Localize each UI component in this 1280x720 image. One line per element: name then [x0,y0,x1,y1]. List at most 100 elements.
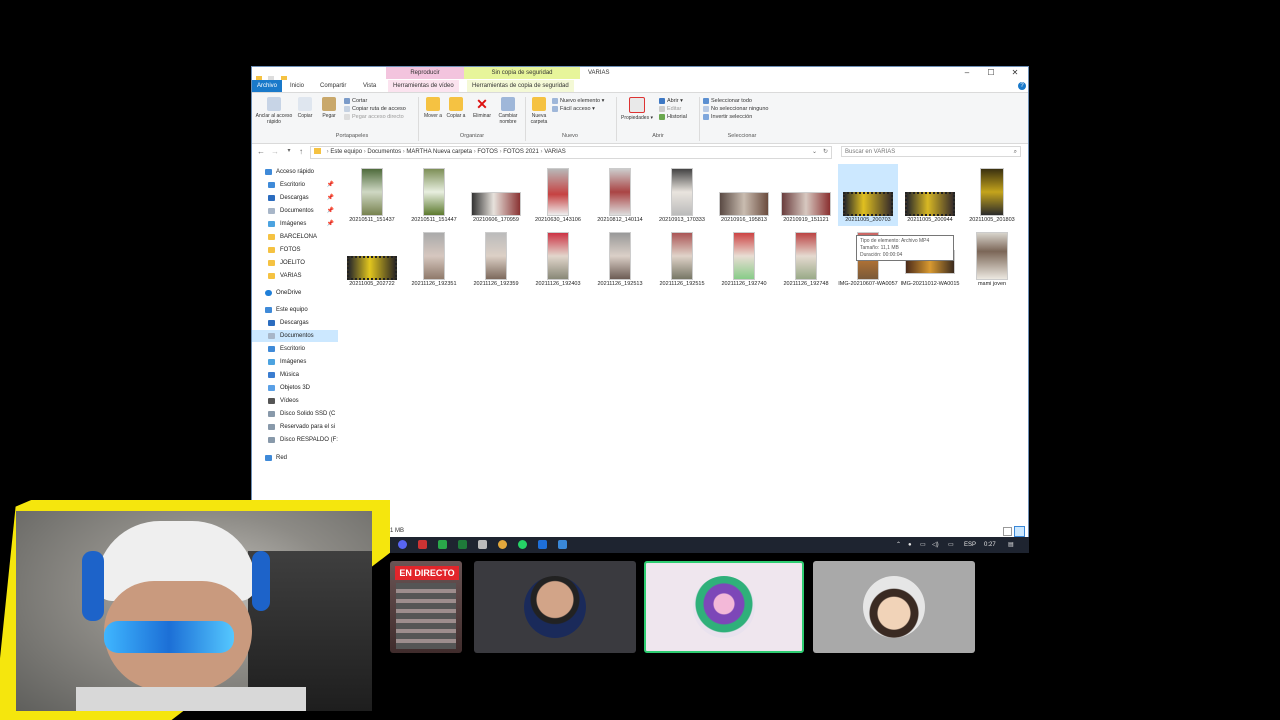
network-icon[interactable]: ▭ [920,539,926,551]
breadcrumb-item[interactable]: FOTOS [477,149,498,155]
nav-item-escritorio-pc[interactable]: Escritorio [252,343,338,355]
file-item[interactable]: 20211005_201803 [962,164,1022,226]
microphone-icon[interactable]: ● [908,539,912,551]
nav-item-descargas[interactable]: Descargas 📌 [252,192,338,204]
breadcrumb-item[interactable]: MARTHA Nueva carpeta [406,149,472,155]
nav-item-red[interactable]: Red [252,452,338,464]
participant-tile[interactable] [474,561,636,653]
back-button[interactable]: ← [256,147,266,156]
volume-icon[interactable]: ◁) [932,539,939,551]
edit-button[interactable]: Editar [659,105,687,113]
new-folder-button[interactable]: Nueva carpeta [528,97,550,125]
file-item[interactable]: 20210511_151447 [404,164,464,226]
open-button[interactable]: Abrir ▾ [659,97,687,105]
paste-button[interactable]: Pegar [318,97,340,119]
participant-tile-active[interactable] [644,561,804,653]
file-item[interactable]: 20210630_143106 [528,164,588,226]
app-icon[interactable] [418,540,427,549]
whatsapp-icon[interactable] [518,540,527,549]
nav-item-documentos-pc[interactable]: Documentos [252,330,338,342]
search-input[interactable]: Buscar en VARIAS ⌕ [841,146,1021,157]
nav-item-joelito[interactable]: JOELITO [252,257,338,269]
tab-compartir[interactable]: Compartir [315,80,351,92]
close-button[interactable]: ✕ [1004,67,1026,79]
file-item[interactable]: 20211005_202722 [342,228,402,290]
easy-access-button[interactable]: Fácil acceso ▾ [552,105,604,113]
nav-item-musica[interactable]: Música [252,369,338,381]
excel-icon[interactable] [458,540,467,549]
keyboard-icon[interactable]: ▭ [948,539,954,551]
details-view-icon[interactable] [1003,527,1012,536]
history-button[interactable]: Historial [659,113,687,121]
nav-item-varias[interactable]: VARIAS [252,270,338,282]
context-tab-reproducir[interactable]: Reproducir [386,67,464,79]
context-tab-backup[interactable]: Sin copia de seguridad [464,67,580,79]
file-item[interactable]: 20211126_192748 [776,228,836,290]
select-none-button[interactable]: No seleccionar ninguno [703,105,768,113]
app-icon[interactable] [478,540,487,549]
nav-item-objetos-3d[interactable]: Objetos 3D [252,382,338,394]
tray-chevron-icon[interactable]: ⌃ [896,539,901,551]
select-all-button[interactable]: Seleccionar todo [703,97,768,105]
address-box[interactable]: › Este equipo › Documentos › MARTHA Nuev… [310,146,832,159]
file-item[interactable]: 20210511_151437 [342,164,402,226]
nav-item-escritorio[interactable]: Escritorio 📌 [252,179,338,191]
pin-quick-access-button[interactable]: Anclar al acceso rápido [254,97,294,125]
nav-item-reservado[interactable]: Reservado para el si [252,421,338,433]
copy-path-button[interactable]: Copiar ruta de acceso [344,105,406,113]
up-button[interactable]: ↑ [296,147,306,156]
tab-herramientas-copia[interactable]: Herramientas de copia de seguridad [467,80,574,92]
breadcrumb-item[interactable]: Documentos [367,149,401,155]
new-item-button[interactable]: Nuevo elemento ▾ [552,97,604,105]
file-item[interactable]: 20210606_170959 [466,164,526,226]
file-item[interactable]: 20210916_195813 [714,164,774,226]
nav-item-disco-f[interactable]: Disco RESPALDO (F: [252,434,338,446]
nav-item-imagenes[interactable]: Imágenes 📌 [252,218,338,230]
breadcrumb-item[interactable]: FOTOS 2021 [503,149,539,155]
nav-item-disco-c[interactable]: Disco Solido SSD (C [252,408,338,420]
file-item[interactable]: 20211126_192351 [404,228,464,290]
properties-button[interactable]: Propiedades ▾ [619,97,655,121]
rename-button[interactable]: Cambiar nombre [495,97,521,125]
minimize-button[interactable]: – [956,67,978,79]
file-item[interactable]: 20210919_151121 [776,164,836,226]
file-item[interactable]: 20211126_192515 [652,228,712,290]
tab-archivo[interactable]: Archivo [252,80,283,92]
nav-item-acceso-rapido[interactable]: Acceso rápido [252,166,338,178]
forward-button[interactable]: → [270,147,280,156]
large-icons-view-icon[interactable] [1014,526,1025,537]
nav-item-descargas-pc[interactable]: Descargas [252,317,338,329]
language-indicator[interactable]: ESP [964,539,976,551]
nav-item-videos[interactable]: Vídeos [252,395,338,407]
paste-shortcut-button[interactable]: Pegar acceso directo [344,113,406,121]
breadcrumb-item[interactable]: Este equipo [330,149,362,155]
invert-selection-button[interactable]: Invertir selección [703,113,768,121]
file-item[interactable]: 20211126_192403 [528,228,588,290]
file-item[interactable]: 20211126_192359 [466,228,526,290]
recent-dropdown-button[interactable]: ▾ [284,147,294,154]
file-item-selected[interactable]: 20211005_200703 [838,164,898,226]
move-to-button[interactable]: Mover a [422,97,444,119]
delete-button[interactable]: ✕ Eliminar [470,97,494,119]
discord-icon[interactable] [398,540,407,549]
copy-to-button[interactable]: Copiar a [445,97,467,119]
tab-vista[interactable]: Vista [358,80,381,92]
file-explorer-taskbar-icon[interactable] [558,540,567,549]
nav-item-onedrive[interactable]: OneDrive [252,287,338,299]
file-item[interactable]: mami joven [962,228,1022,290]
chrome-icon[interactable] [498,540,507,549]
app-icon[interactable] [438,540,447,549]
address-dropdown-icon[interactable]: ⌄ [812,147,817,158]
notifications-icon[interactable]: ▤ [1008,539,1014,551]
participant-tile[interactable] [813,561,975,653]
file-item[interactable]: 20211005_200944 [900,164,960,226]
file-item[interactable]: 20210913_170333 [652,164,712,226]
tab-herramientas-video[interactable]: Herramientas de vídeo [388,80,459,92]
file-item[interactable]: 20211126_192740 [714,228,774,290]
help-icon[interactable]: ? [1018,82,1026,90]
clock[interactable]: 0:27 [984,539,996,551]
file-item[interactable]: 20211126_192513 [590,228,650,290]
breadcrumb-item[interactable]: VARIAS [544,149,566,155]
copy-button[interactable]: Copiar [294,97,316,119]
file-item[interactable]: 20210812_140114 [590,164,650,226]
